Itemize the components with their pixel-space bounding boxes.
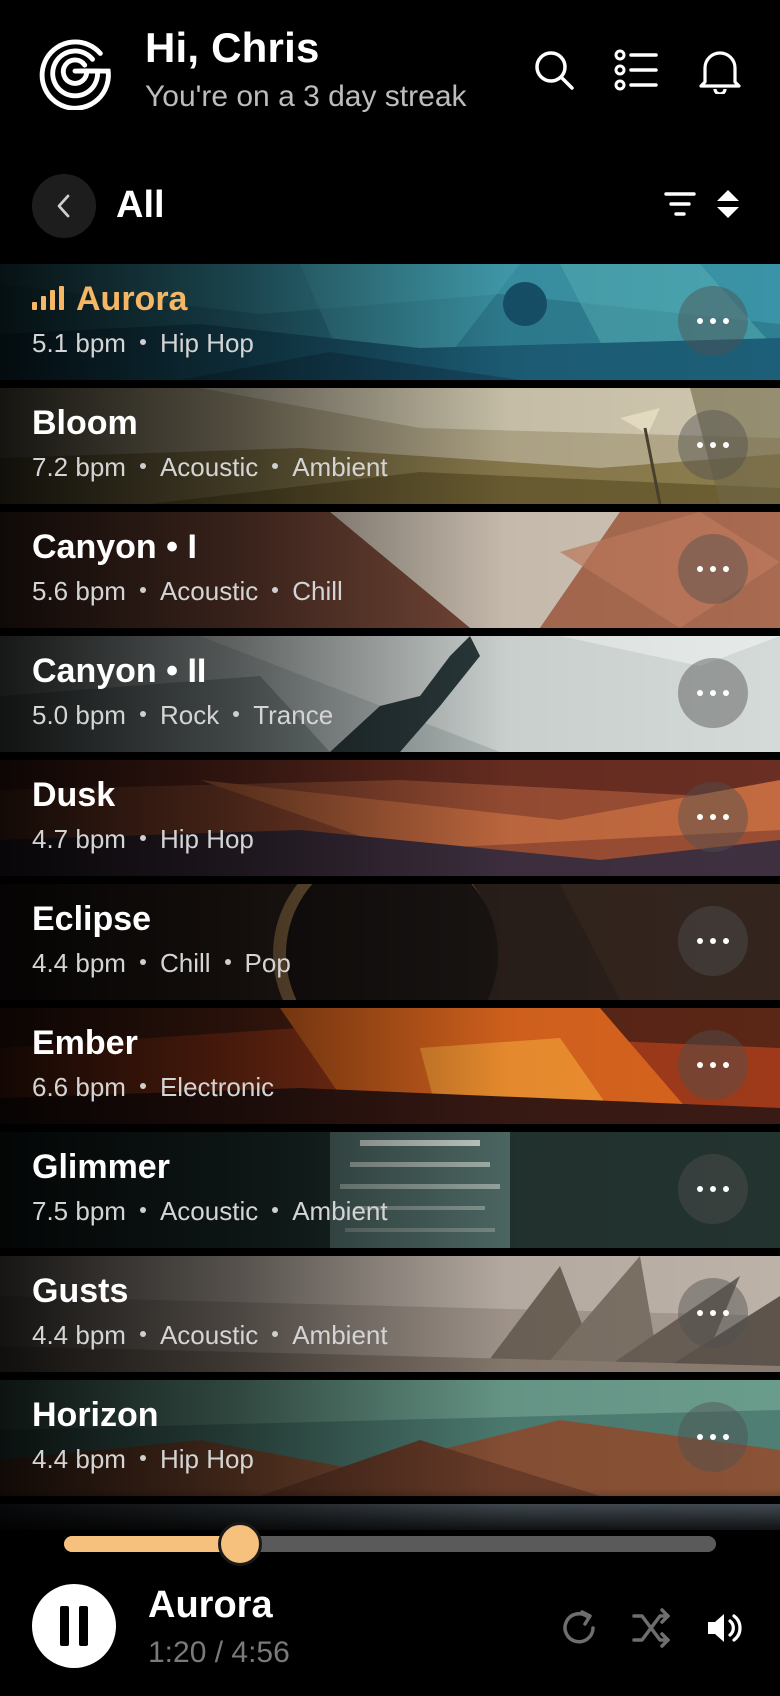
track-row[interactable]: Canyon • II 5.0 bpm Rock Trance [0, 636, 780, 752]
track-meta: 4.7 bpm Hip Hop [32, 824, 254, 854]
track-meta: 5.1 bpm Hip Hop [32, 328, 254, 358]
bell-icon [699, 51, 741, 94]
track-meta: 5.0 bpm Rock Trance [32, 700, 334, 730]
track-title: Canyon • I [32, 528, 197, 566]
track-row[interactable]: Gusts 4.4 bpm Acoustic Ambient [0, 1256, 780, 1372]
progress-fill [64, 1536, 241, 1552]
repeat-button[interactable] [556, 1604, 604, 1652]
track-row[interactable]: Canyon • I 5.6 bpm Acoustic Chill [0, 512, 780, 628]
sort-icon [717, 190, 739, 218]
more-button[interactable] [678, 658, 748, 728]
track-row[interactable]: Aurora 5.1 bpm Hip Hop [0, 264, 780, 380]
notifications-button[interactable] [694, 44, 746, 96]
now-playing-time: 1:20 / 4:56 [148, 1636, 290, 1669]
now-playing-title: Aurora [148, 1584, 273, 1626]
greeting: Hi, Chris [145, 24, 320, 71]
track-row[interactable]: Bloom 7.2 bpm Acoustic Ambient [0, 388, 780, 504]
track-meta: 4.4 bpm Hip Hop [32, 1444, 254, 1474]
track-title: Aurora [76, 280, 188, 318]
track-meta: 4.4 bpm Chill Pop [32, 948, 291, 978]
more-button[interactable] [678, 1402, 748, 1472]
track-title: Ember [32, 1024, 138, 1062]
track-row[interactable]: Horizon 4.4 bpm Hip Hop [0, 1380, 780, 1496]
track-row[interactable]: Glimmer 7.5 bpm Acoustic Ambient [0, 1132, 780, 1248]
more-button[interactable] [678, 782, 748, 852]
track-meta: 5.6 bpm Acoustic Chill [32, 576, 343, 606]
shuffle-button[interactable] [628, 1604, 676, 1652]
pause-button[interactable] [32, 1584, 116, 1668]
track-title: Gusts [32, 1272, 129, 1310]
swirl-logo-icon [39, 39, 111, 110]
back-button[interactable] [32, 174, 96, 238]
track-list: Aurora 5.1 bpm Hip Hop Bloom 7.2 bpm Acous… [0, 264, 780, 1536]
list-icon [614, 49, 658, 91]
more-button[interactable] [678, 1154, 748, 1224]
sort-button[interactable] [712, 184, 744, 224]
track-title: Eclipse [32, 900, 152, 938]
repeat-icon [563, 1610, 595, 1644]
now-playing-icon [32, 286, 64, 310]
chevron-left-icon [57, 194, 70, 218]
more-button[interactable] [678, 1278, 748, 1348]
progress-knob[interactable] [218, 1522, 263, 1566]
track-meta: 6.6 bpm Electronic [32, 1072, 275, 1102]
track-title: Dusk [32, 776, 116, 814]
search-button[interactable] [528, 44, 580, 96]
section-header: All [0, 170, 780, 242]
app-header: Hi, Chris You're on a 3 day streak [0, 0, 780, 150]
progress-slider[interactable] [64, 1522, 716, 1566]
list-button[interactable] [610, 44, 662, 96]
more-button[interactable] [678, 1030, 748, 1100]
track-meta: 4.4 bpm Acoustic Ambient [32, 1320, 388, 1350]
more-button[interactable] [678, 534, 748, 604]
shuffle-icon [632, 1608, 670, 1648]
more-button[interactable] [678, 410, 748, 480]
volume-button[interactable] [700, 1604, 748, 1652]
volume-icon [708, 1614, 742, 1642]
filter-button[interactable] [660, 184, 700, 224]
track-row[interactable]: Dusk 4.7 bpm Hip Hop [0, 760, 780, 876]
search-icon [535, 51, 574, 90]
track-meta: 7.2 bpm Acoustic Ambient [32, 452, 388, 482]
track-title: Horizon [32, 1396, 159, 1434]
filter-icon [664, 192, 696, 216]
track-row[interactable]: Eclipse 4.4 bpm Chill Pop [0, 884, 780, 1000]
streak-text: You're on a 3 day streak [145, 80, 467, 113]
more-button[interactable] [678, 286, 748, 356]
section-title: All [116, 184, 165, 226]
track-title: Glimmer [32, 1148, 170, 1186]
pause-icon [60, 1606, 88, 1646]
track-row[interactable]: Ember 6.6 bpm Electronic [0, 1008, 780, 1124]
track-meta: 7.5 bpm Acoustic Ambient [32, 1196, 388, 1226]
track-title: Canyon • II [32, 652, 207, 690]
track-title: Bloom [32, 404, 138, 442]
more-button[interactable] [678, 906, 748, 976]
